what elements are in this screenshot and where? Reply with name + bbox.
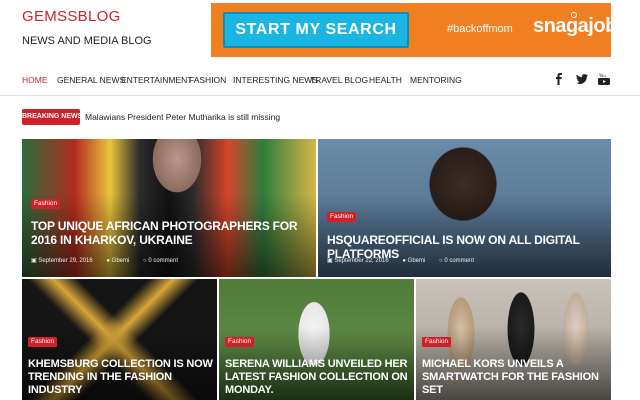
ad-search-button[interactable]: START MY SEARCH — [223, 12, 409, 48]
post-author: ● Gbemi — [106, 258, 130, 264]
featured-post-1[interactable]: Fashion TOP UNIQUE AFRICAN PHOTOGRAPHERS… — [22, 139, 316, 277]
ad-brand-logo: snagajob — [533, 15, 617, 37]
breaking-news-headline[interactable]: Malawians President Peter Mutharika is s… — [85, 112, 280, 122]
featured-post-5[interactable]: Fashion MICHAEL KORS UNVEILS A SMARTWATC… — [416, 279, 611, 400]
nav-item-health[interactable]: HEALTH — [369, 75, 402, 85]
twitter-icon[interactable] — [576, 73, 588, 85]
category-badge[interactable]: Fashion — [31, 199, 61, 209]
featured-post-2[interactable]: Fashion HSQUAREOFFICIAL IS NOW ON ALL DI… — [318, 139, 611, 277]
ad-banner[interactable]: START MY SEARCH #backoffmom snagajob — [211, 3, 617, 57]
category-badge[interactable]: Fashion — [28, 337, 58, 347]
nav-item-home[interactable]: HOME — [22, 75, 48, 85]
nav-item-interesting-news[interactable]: INTERESTING NEWS — [233, 75, 318, 85]
breaking-news-label: BREAKING NEWS — [22, 109, 82, 125]
post-title[interactable]: MICHAEL KORS UNVEILS A SMARTWATCH FOR TH… — [422, 358, 608, 397]
post-meta: ▣ September 29, 2016 ● Gbemi ○ 0 comment — [31, 257, 190, 264]
nav-item-entertainment[interactable]: ENTERTAINMENT — [121, 75, 192, 85]
post-comments[interactable]: ○ 0 comment — [439, 258, 474, 264]
site-logo[interactable]: GEMSSBLOG — [22, 8, 121, 25]
site-tagline: NEWS AND MEDIA BLOG — [22, 35, 152, 47]
ad-brand-dot-icon — [571, 12, 577, 18]
category-badge[interactable]: Fashion — [225, 337, 255, 347]
post-title[interactable]: KHEMSBURG COLLECTION IS NOW TRENDING IN … — [28, 358, 214, 397]
nav-item-general-news[interactable]: GENERAL NEWS — [57, 75, 125, 85]
youtube-icon[interactable]: You — [598, 73, 610, 85]
facebook-icon[interactable] — [553, 73, 565, 85]
post-author: ● Gbemi — [402, 258, 426, 264]
post-title[interactable]: TOP UNIQUE AFRICAN PHOTOGRAPHERS FOR 201… — [31, 219, 311, 247]
post-date: ▣ September 29, 2016 — [31, 258, 93, 264]
featured-post-3[interactable]: Fashion KHEMSBURG COLLECTION IS NOW TREN… — [22, 279, 217, 400]
featured-post-4[interactable]: Fashion SERENA WILLIAMS UNVEILED HER LAT… — [219, 279, 414, 400]
main-nav: HOME GENERAL NEWS ENTERTAINMENT FASHION … — [0, 66, 640, 96]
nav-item-fashion[interactable]: FASHION — [189, 75, 226, 85]
category-badge[interactable]: Fashion — [422, 337, 452, 347]
post-meta: ▣ September 22, 2016 ● Gbemi ○ 0 comment — [327, 257, 486, 264]
post-date: ▣ September 22, 2016 — [327, 258, 389, 264]
nav-item-travel-blog[interactable]: TRAVEL BLOG — [310, 75, 368, 85]
category-badge[interactable]: Fashion — [327, 212, 357, 222]
post-comments[interactable]: ○ 0 comment — [143, 258, 178, 264]
ad-hashtag: #backoffmom — [447, 23, 513, 35]
nav-item-mentoring[interactable]: MENTORING — [410, 75, 462, 85]
post-title[interactable]: SERENA WILLIAMS UNVEILED HER LATEST FASH… — [225, 358, 413, 397]
site-title[interactable]: GEMSSBLOG — [22, 8, 121, 25]
svg-text:You: You — [598, 73, 606, 78]
